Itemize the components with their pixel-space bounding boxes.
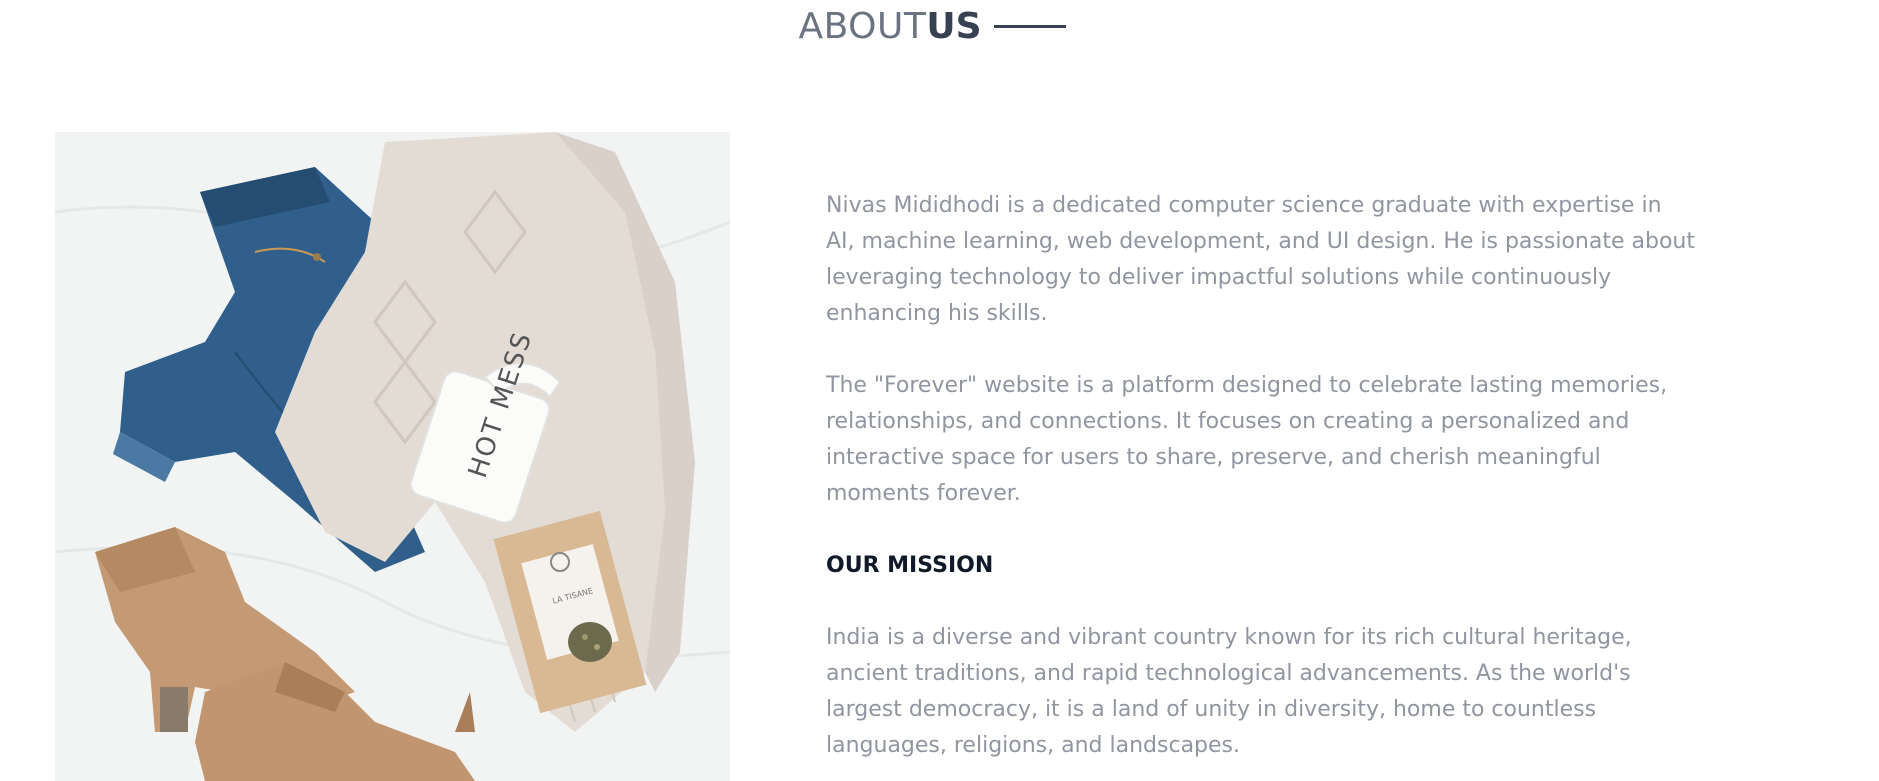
title-divider-line <box>993 25 1066 28</box>
mission-heading: OUR MISSION <box>826 553 994 578</box>
about-page: ABOUT US HOT MESS LA TISANE Nivas Mididh… <box>0 0 1879 781</box>
about-content: Nivas Mididhodi is a dedicated computer … <box>826 188 1696 764</box>
title-us: US <box>926 6 982 47</box>
about-paragraph-1: Nivas Mididhodi is a dedicated computer … <box>826 193 1695 326</box>
section-title: ABOUT US <box>0 6 1879 47</box>
about-paragraph-2: The "Forever" website is a platform desi… <box>826 373 1668 506</box>
title-wrapper: ABOUT US <box>798 6 1066 47</box>
about-image: HOT MESS LA TISANE <box>55 132 730 781</box>
title-about: ABOUT <box>798 6 927 47</box>
mission-paragraph: India is a diverse and vibrant country k… <box>826 625 1632 758</box>
flatlay-illustration: HOT MESS LA TISANE <box>55 132 730 781</box>
